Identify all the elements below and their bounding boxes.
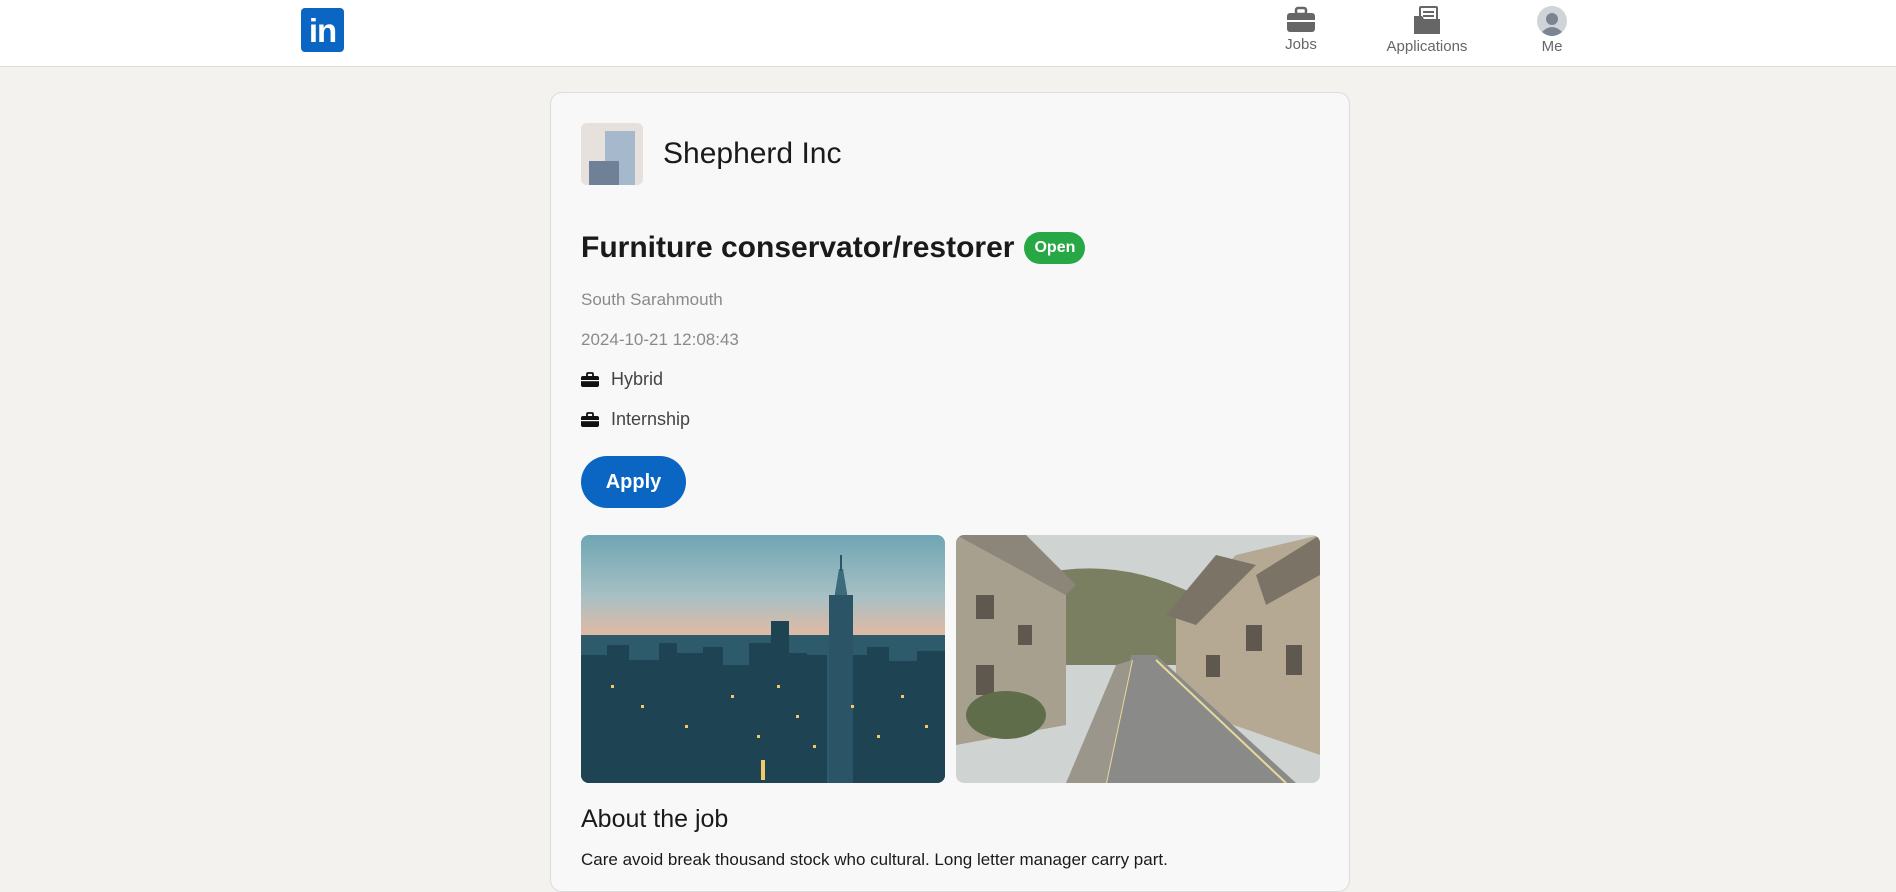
company-logo bbox=[581, 123, 643, 185]
avatar bbox=[1537, 6, 1567, 36]
job-title: Furniture conservator/restorer bbox=[581, 231, 1015, 264]
nav-applications-label: Applications bbox=[1386, 38, 1468, 55]
status-badge: Open bbox=[1024, 232, 1086, 264]
nav-jobs-label: Jobs bbox=[1285, 36, 1317, 53]
company-logo-graphic bbox=[581, 123, 643, 185]
nav-jobs[interactable]: Jobs bbox=[1278, 6, 1324, 62]
employment-type: Internship bbox=[581, 409, 690, 430]
village-street-photo bbox=[956, 535, 1320, 783]
briefcase-icon bbox=[1287, 6, 1315, 32]
job-location: South Sarahmouth bbox=[581, 290, 723, 309]
linkedin-logo[interactable]: in bbox=[301, 8, 344, 52]
employment-type-label: Internship bbox=[611, 409, 691, 429]
briefcase-icon bbox=[581, 371, 599, 387]
workplace-type-label: Hybrid bbox=[611, 369, 664, 389]
nav-applications[interactable]: Applications bbox=[1380, 6, 1474, 62]
job-posted-date: 2024-10-21 12:08:43 bbox=[581, 330, 739, 349]
nav-me[interactable]: Me bbox=[1532, 6, 1572, 62]
about-job-heading: About the job bbox=[581, 805, 729, 833]
city-skyline-photo bbox=[581, 535, 945, 783]
briefcase-icon bbox=[581, 411, 599, 427]
job-detail-card: Shepherd Inc Furniture conservator/resto… bbox=[550, 92, 1350, 892]
top-navigation: in Jobs Applications Me bbox=[0, 0, 1896, 67]
nav-me-label: Me bbox=[1541, 38, 1563, 55]
job-description: Care avoid break thousand stock who cult… bbox=[581, 850, 1168, 869]
job-title-row: Furniture conservator/restorer Open bbox=[581, 231, 1086, 265]
applications-folder-icon bbox=[1414, 6, 1440, 34]
apply-button[interactable]: Apply bbox=[581, 456, 686, 508]
workplace-type: Hybrid bbox=[581, 369, 663, 390]
company-name[interactable]: Shepherd Inc bbox=[663, 137, 841, 171]
